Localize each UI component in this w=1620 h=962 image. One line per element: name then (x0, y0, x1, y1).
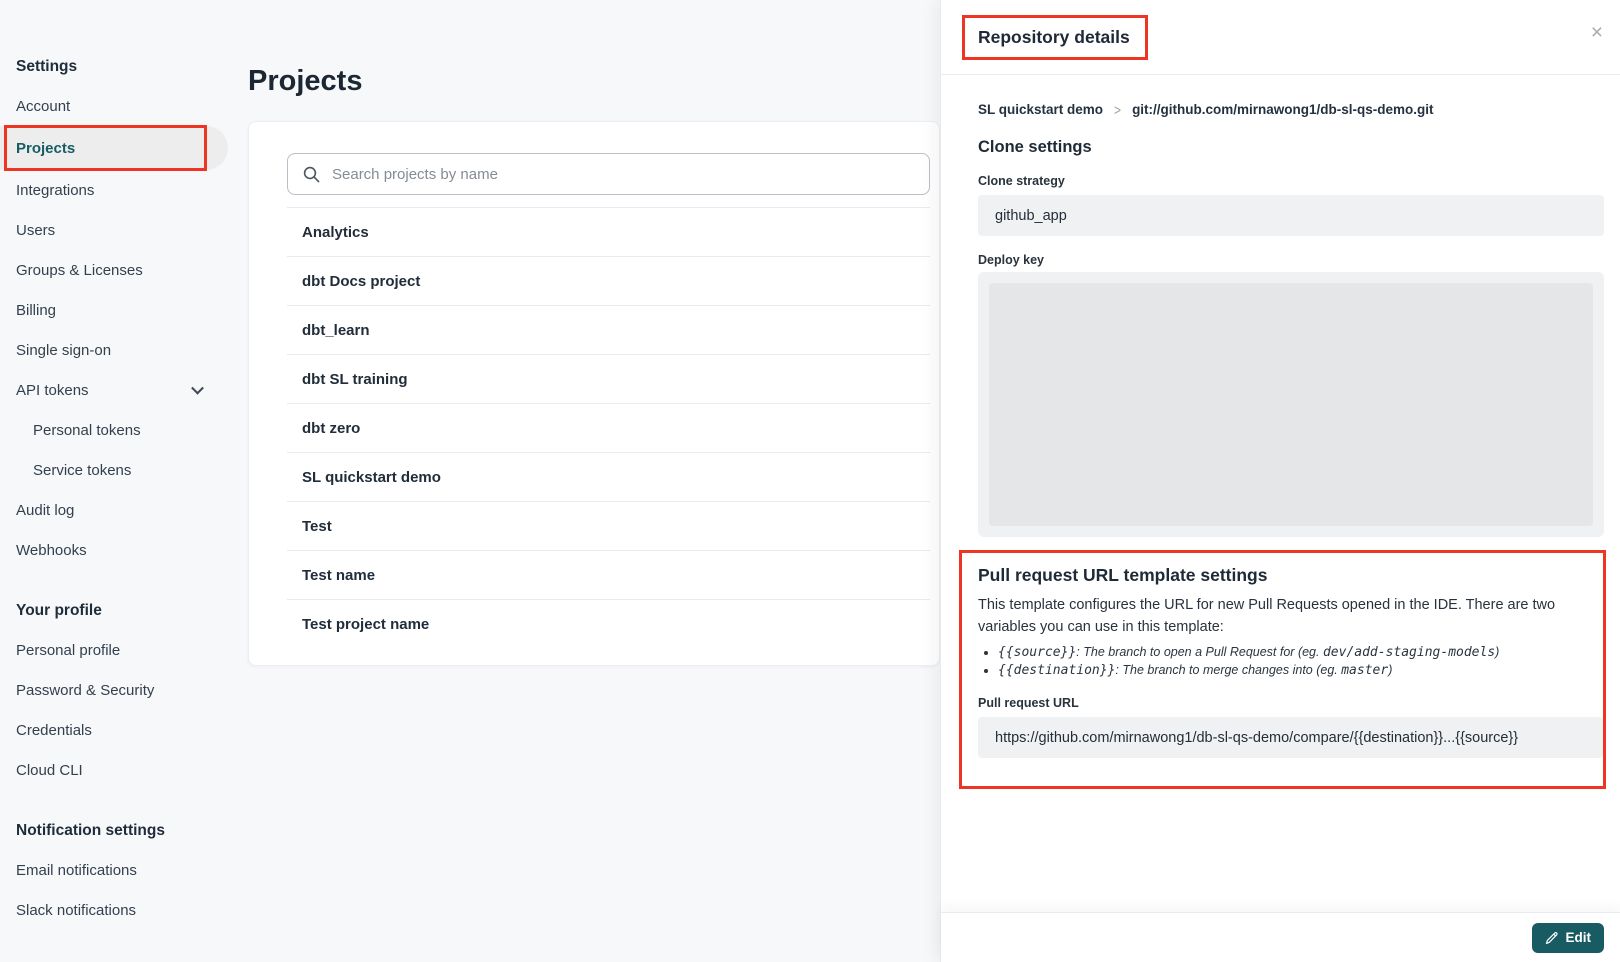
pull-request-url-label: Pull request URL (978, 696, 1603, 710)
sidebar-item-label: Account (16, 98, 70, 115)
project-name: dbt SL training (302, 371, 408, 388)
sidebar-item[interactable]: Settings (0, 48, 232, 86)
sidebar-item[interactable]: Users (0, 210, 232, 250)
deploy-key-redacted-value (989, 283, 1593, 526)
sidebar-item[interactable]: Email notifications (0, 850, 232, 890)
sidebar-item-label: Email notifications (16, 862, 137, 879)
panel-title: Repository details (978, 27, 1130, 47)
sidebar-item-label: Billing (16, 302, 56, 319)
sidebar-item[interactable]: Cloud CLI (0, 750, 232, 790)
pr-variable-item: {{source}}: The branch to open a Pull Re… (998, 644, 1603, 662)
sidebar-item[interactable]: Integrations (0, 170, 232, 210)
project-row[interactable]: dbt SL training (287, 354, 930, 403)
close-icon[interactable]: × (1591, 22, 1603, 43)
breadcrumb-separator-icon: > (1114, 101, 1121, 118)
pr-template-description: This template configures the URL for new… (978, 594, 1603, 638)
pr-template-variables: {{source}}: The branch to open a Pull Re… (978, 644, 1603, 679)
repository-details-panel: Repository details × SL quickstart demo … (940, 0, 1620, 962)
deploy-key-field (978, 272, 1604, 537)
project-name: Analytics (302, 224, 369, 241)
project-row[interactable]: SL quickstart demo (287, 452, 930, 501)
project-row[interactable]: Test project name (287, 599, 930, 648)
sidebar-item[interactable]: Personal tokens (0, 410, 232, 450)
sidebar-item-label: Users (16, 222, 55, 239)
project-name: dbt Docs project (302, 273, 420, 290)
sidebar-item[interactable]: Slack notifications (0, 890, 232, 930)
sidebar-item-label: Service tokens (33, 462, 131, 479)
sidebar-item[interactable]: Webhooks (0, 530, 232, 570)
search-icon (303, 166, 320, 183)
sidebar-item[interactable]: Your profile (0, 592, 232, 630)
sidebar-item-label: Your profile (16, 602, 102, 620)
sidebar-item-label: Projects (16, 140, 75, 157)
pull-request-url-field: https://github.com/mirnawong1/db-sl-qs-d… (978, 717, 1603, 758)
project-list: Analytics dbt Docs project dbt_learn dbt… (287, 207, 930, 648)
sidebar-item-label: Single sign-on (16, 342, 111, 359)
project-row[interactable]: dbt zero (287, 403, 930, 452)
sidebar-item[interactable]: Billing (0, 290, 232, 330)
panel-footer: Edit (941, 912, 1620, 962)
sidebar-item-label: Password & Security (16, 682, 154, 699)
project-name: SL quickstart demo (302, 469, 441, 486)
sidebar-item-label: Personal tokens (33, 422, 141, 439)
page-title: Projects (248, 65, 362, 98)
pull-request-url-value: https://github.com/mirnawong1/db-sl-qs-d… (995, 730, 1518, 746)
chevron-down-icon (191, 382, 204, 395)
panel-header: Repository details × (941, 0, 1620, 75)
sidebar-item-label: Notification settings (16, 822, 165, 840)
deploy-key-label: Deploy key (978, 253, 1604, 267)
sidebar-item[interactable]: Password & Security (0, 670, 232, 710)
edit-button-label: Edit (1566, 930, 1592, 945)
project-name: Test name (302, 567, 375, 584)
clone-strategy-field: github_app (978, 195, 1604, 236)
project-name: Test (302, 518, 332, 535)
panel-body: SL quickstart demo > git://github.com/mi… (941, 75, 1620, 789)
settings-sidebar: Settings Account Projects Integrations U… (0, 0, 232, 930)
sidebar-item[interactable]: Credentials (0, 710, 232, 750)
sidebar-item[interactable]: Notification settings (0, 812, 232, 850)
sidebar-item-label: Webhooks (16, 542, 87, 559)
pr-variable-item: {{destination}}: The branch to merge cha… (998, 662, 1603, 680)
clone-strategy-label: Clone strategy (978, 174, 1604, 188)
projects-card: Analytics dbt Docs project dbt_learn dbt… (248, 121, 940, 666)
annotation-box-title: Repository details (962, 15, 1148, 60)
project-name: dbt zero (302, 420, 360, 437)
project-row[interactable]: dbt_learn (287, 305, 930, 354)
project-row[interactable]: dbt Docs project (287, 256, 930, 305)
sidebar-item[interactable]: Audit log (0, 490, 232, 530)
project-row[interactable]: Test name (287, 550, 930, 599)
clone-settings-heading: Clone settings (978, 138, 1604, 157)
sidebar-item[interactable]: Account (0, 86, 232, 126)
project-name: Test project name (302, 616, 429, 633)
project-row[interactable]: Test (287, 501, 930, 550)
sidebar-item-label: Personal profile (16, 642, 120, 659)
edit-button[interactable]: Edit (1532, 923, 1605, 953)
sidebar-item[interactable]: Projects (0, 126, 228, 170)
breadcrumb-repo-url: git://github.com/mirnawong1/db-sl-qs-dem… (1132, 102, 1433, 117)
clone-strategy-value: github_app (995, 208, 1067, 224)
sidebar-item-label: Settings (16, 58, 77, 76)
sidebar-item[interactable]: Groups & Licenses (0, 250, 232, 290)
sidebar-item-label: Credentials (16, 722, 92, 739)
breadcrumb: SL quickstart demo > git://github.com/mi… (978, 102, 1604, 117)
search-input[interactable] (330, 165, 917, 184)
project-name: dbt_learn (302, 322, 370, 339)
sidebar-item-label: API tokens (16, 382, 89, 399)
sidebar-item[interactable]: API tokens (0, 370, 232, 410)
project-row[interactable]: Analytics (287, 207, 930, 256)
sidebar-item-label: Integrations (16, 182, 94, 199)
sidebar-item-label: Cloud CLI (16, 762, 83, 779)
sidebar-item[interactable]: Personal profile (0, 630, 232, 670)
pr-template-heading: Pull request URL template settings (978, 565, 1603, 586)
pencil-icon (1545, 931, 1559, 945)
annotation-box-pr-section: Pull request URL template settings This … (959, 550, 1606, 789)
breadcrumb-project[interactable]: SL quickstart demo (978, 102, 1103, 117)
sidebar-item[interactable]: Single sign-on (0, 330, 232, 370)
sidebar-item-label: Groups & Licenses (16, 262, 143, 279)
sidebar-item-label: Audit log (16, 502, 74, 519)
project-search[interactable] (287, 153, 930, 195)
sidebar-item-label: Slack notifications (16, 902, 136, 919)
sidebar-item[interactable]: Service tokens (0, 450, 232, 490)
